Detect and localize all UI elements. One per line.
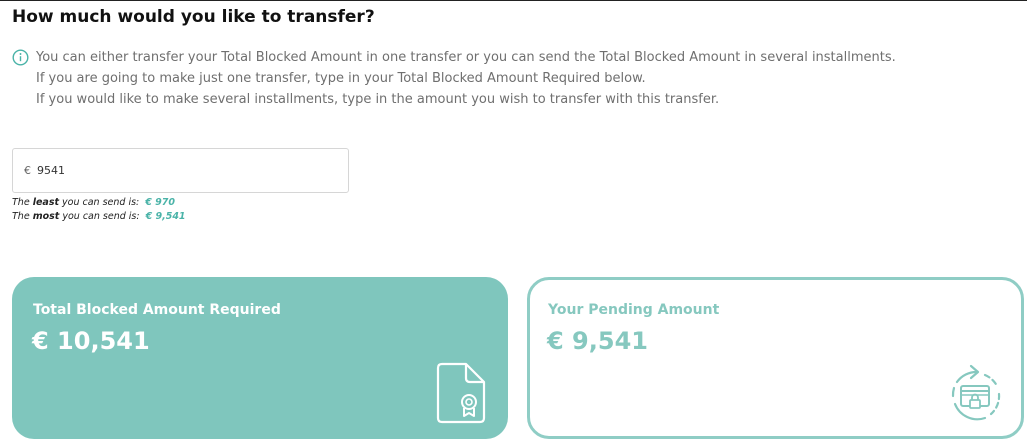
most-suffix: you can send is: [59,211,140,222]
top-divider [0,0,1027,1]
total-blocked-label: Total Blocked Amount Required [33,302,281,318]
most-limit-line: The most you can send is: € 9,541 [12,210,186,224]
total-blocked-amount-card: Total Blocked Amount Required € 10,541 [12,277,508,439]
pending-amount: € 9,541 [547,327,648,355]
least-suffix: you can send is: [59,197,140,208]
least-amount: € 970 [145,197,176,208]
transfer-amount-value: 9541 [37,164,65,177]
total-blocked-amount: € 10,541 [32,327,150,355]
info-circle-icon [12,49,29,66]
page-title: How much would you like to transfer? [12,7,375,27]
currency-symbol: € [24,164,31,177]
locked-wallet-refresh-icon [951,364,1001,421]
least-limit-line: The least you can send is: € 970 [12,196,186,210]
transfer-limits: The least you can send is: € 970 The most… [12,196,186,224]
info-message: You can either transfer your Total Block… [12,47,896,110]
info-line: You can either transfer your Total Block… [36,50,896,65]
most-word: most [32,211,60,222]
pending-amount-label: Your Pending Amount [548,302,720,318]
least-prefix: The [12,197,33,208]
pending-amount-card: Your Pending Amount € 9,541 [527,277,1024,439]
certificate-document-icon [436,362,486,424]
info-line: If you are going to make just one transf… [36,71,646,86]
info-line: If you would like to make several instal… [36,92,720,107]
transfer-amount-input[interactable]: € 9541 [12,148,349,193]
most-amount: € 9,541 [145,211,186,222]
most-prefix: The [12,211,33,222]
least-word: least [32,197,60,208]
